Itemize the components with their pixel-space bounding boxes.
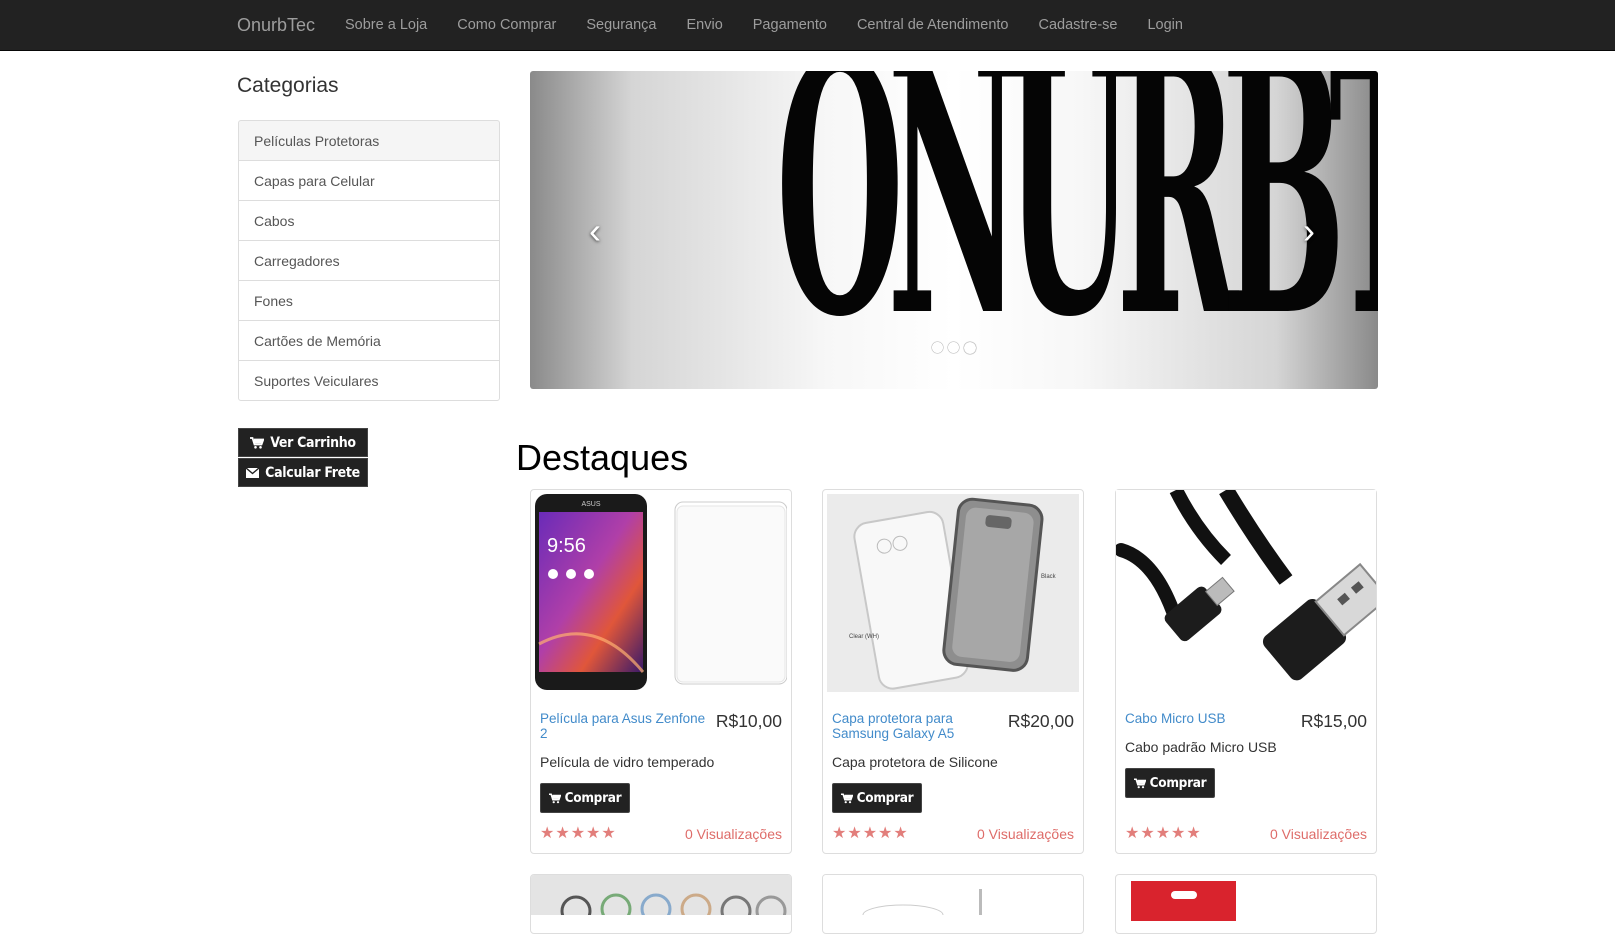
carousel-dot-active[interactable] [964,342,976,354]
cart-icon [1133,777,1146,788]
product-card: Cabo Micro USB R$15,00 Cabo padrão Micro… [1115,489,1377,854]
carousel-dot[interactable] [948,342,959,353]
envelope-icon [246,467,260,478]
views-count: 0 Visualizações [684,826,782,842]
svg-text:Clear (WH): Clear (WH) [849,634,879,640]
calculate-shipping-label: Calcular Frete [265,464,360,481]
banner-carousel: ONURBTEC ‹ › [530,71,1378,389]
buy-label: Comprar [856,790,914,806]
calculate-shipping-button[interactable]: Calcular Frete [238,458,368,487]
product-image[interactable]: Clear (WH) Black [827,494,1079,692]
cart-icon [548,792,561,803]
views-count: 0 Visualizações [976,826,1074,842]
carousel-prev-icon[interactable]: ‹ [580,211,610,251]
product-card [530,874,792,934]
categories-title: Categorias [237,74,339,97]
cart-icon [250,436,265,449]
product-price: R$10,00 [715,711,782,731]
nav-item-envio[interactable]: Envio [671,0,737,51]
product-price: R$20,00 [1007,711,1074,731]
carousel-indicators [932,342,976,354]
buy-button[interactable]: Comprar [832,783,922,813]
nav-item-login[interactable]: Login [1132,0,1197,51]
product-description: Película de vidro temperado [540,754,715,770]
svg-text:Black: Black [1041,574,1057,580]
rating-stars: ★★★★★ [832,825,909,842]
category-item[interactable]: Cabos [238,200,500,241]
product-card [822,874,1084,934]
featured-title: Destaques [516,437,689,478]
product-image[interactable] [823,875,1083,926]
product-image[interactable]: ASUS 9:56 [535,494,787,692]
banner-logo: ONURBTEC [775,71,1378,389]
product-card: Clear (WH) Black Capa protetora para Sam… [822,489,1084,854]
nav-item-sobre[interactable]: Sobre a Loja [330,0,442,51]
product-description: Cabo padrão Micro USB [1125,739,1277,755]
nav-item-central-atendimento[interactable]: Central de Atendimento [842,0,1024,51]
carousel-dot[interactable] [932,342,943,353]
nav-item-cadastre-se[interactable]: Cadastre-se [1023,0,1132,51]
category-list: Películas Protetoras Capas para Celular … [238,120,500,401]
views-count: 0 Visualizações [1269,826,1367,842]
category-item[interactable]: Carregadores [238,240,500,281]
carousel-next-icon[interactable]: › [1294,211,1324,251]
product-price: R$15,00 [1300,711,1367,731]
view-cart-button[interactable]: Ver Carrinho [238,428,368,457]
cart-icon [840,792,853,803]
category-item[interactable]: Fones [238,280,500,321]
rating-stars: ★★★★★ [1125,825,1202,842]
category-item[interactable]: Suportes Veiculares [238,360,500,401]
product-name-link[interactable]: Capa protetora para Samsung Galaxy A5 [832,711,1007,741]
svg-text:9:56: 9:56 [547,535,586,557]
product-image[interactable] [531,875,791,927]
product-name-link[interactable]: Cabo Micro USB [1125,711,1300,726]
nav-menu: Sobre a Loja Como Comprar Segurança Envi… [330,0,1198,51]
buy-button[interactable]: Comprar [540,783,630,813]
category-item[interactable]: Cartões de Memória [238,320,500,361]
nav-item-seguranca[interactable]: Segurança [571,0,671,51]
category-item[interactable]: Películas Protetoras [238,120,500,161]
buy-button[interactable]: Comprar [1125,768,1215,798]
buy-label: Comprar [564,790,622,806]
nav-item-pagamento[interactable]: Pagamento [738,0,842,51]
rating-stars: ★★★★★ [540,825,617,842]
category-item[interactable]: Capas para Celular [238,160,500,201]
brand-link[interactable]: OnurbTec [237,15,315,36]
top-navbar: OnurbTec Sobre a Loja Como Comprar Segur… [0,0,1615,51]
product-card: ASUS 9:56 Película para Asus Zenfone 2 R… [530,489,792,854]
product-image[interactable] [1116,490,1376,692]
product-description: Capa protetora de Silicone [832,754,998,770]
product-name-link[interactable]: Película para Asus Zenfone 2 [540,711,715,741]
view-cart-label: Ver Carrinho [270,434,356,451]
product-card [1115,874,1377,934]
product-image[interactable] [1131,881,1236,921]
svg-text:ASUS: ASUS [581,501,600,508]
nav-item-como-comprar[interactable]: Como Comprar [442,0,571,51]
buy-label: Comprar [1149,775,1207,791]
